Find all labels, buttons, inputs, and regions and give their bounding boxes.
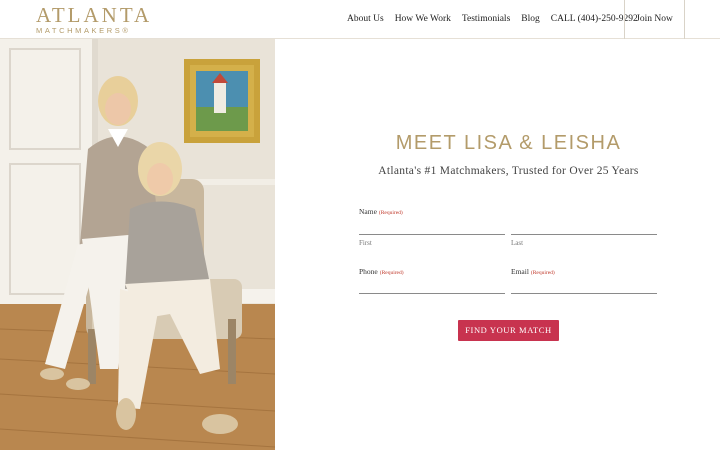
phone-label-row: Phone (Required) [359,261,404,279]
join-now-button[interactable]: Join Now [625,14,684,24]
name-label: Name [359,207,377,216]
email-input[interactable] [511,293,657,294]
nav-blog[interactable]: Blog [521,14,539,24]
find-your-match-button[interactable]: FIND YOUR MATCH [458,320,559,341]
phone-input[interactable] [359,293,505,294]
email-label: Email [511,267,529,276]
page-subtitle: Atlanta's #1 Matchmakers, Trusted for Ov… [378,165,639,177]
email-required: (Required) [530,270,555,276]
page-title: MEET LISA & LEISHA [395,132,622,154]
last-name-sublabel: Last [511,239,524,247]
site-logo[interactable]: ATLANTA MATCHMAKERS® [36,3,153,36]
last-name-input[interactable] [511,234,657,235]
phone-label: Phone [359,267,378,276]
site-header: ATLANTA MATCHMAKERS® About Us How We Wor… [0,0,720,39]
name-required: (Required) [378,210,403,216]
hero-content: MEET LISA & LEISHA Atlanta's #1 Matchmak… [275,39,720,450]
email-label-row: Email (Required) [511,261,555,279]
hero-photo [0,39,275,450]
nav-divider-right [684,0,685,39]
logo-wordmark: ATLANTA [36,3,153,27]
nav-testimonials[interactable]: Testimonials [462,14,510,24]
name-label-row: Name (Required) [359,201,403,219]
logo-subtitle: MATCHMAKERS® [36,26,131,35]
main-nav: About Us How We Work Testimonials Blog C… [347,14,649,24]
phone-required: (Required) [379,270,404,276]
first-name-sublabel: First [359,239,372,247]
first-name-input[interactable] [359,234,505,235]
nav-how-we-work[interactable]: How We Work [395,14,451,24]
nav-about-us[interactable]: About Us [347,14,384,24]
